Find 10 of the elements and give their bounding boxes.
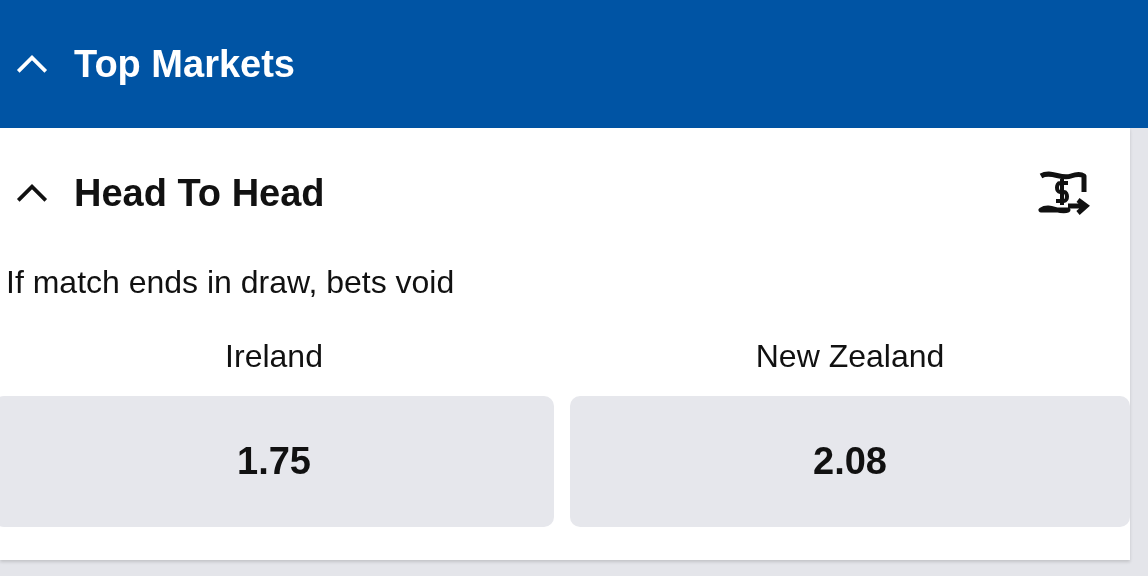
- team-name: New Zealand: [754, 337, 946, 376]
- collapse-icon[interactable]: [14, 182, 50, 204]
- market-title: Head To Head: [74, 170, 326, 216]
- market-note: If match ends in draw, bets void: [5, 263, 456, 302]
- section-title: Top Markets: [74, 41, 295, 87]
- cash-out-icon[interactable]: [1038, 170, 1090, 216]
- odds-button[interactable]: 1.75: [0, 396, 554, 527]
- collapse-icon[interactable]: [14, 53, 50, 75]
- odds-button[interactable]: 2.08: [570, 396, 1130, 527]
- team-name: Ireland: [224, 337, 324, 376]
